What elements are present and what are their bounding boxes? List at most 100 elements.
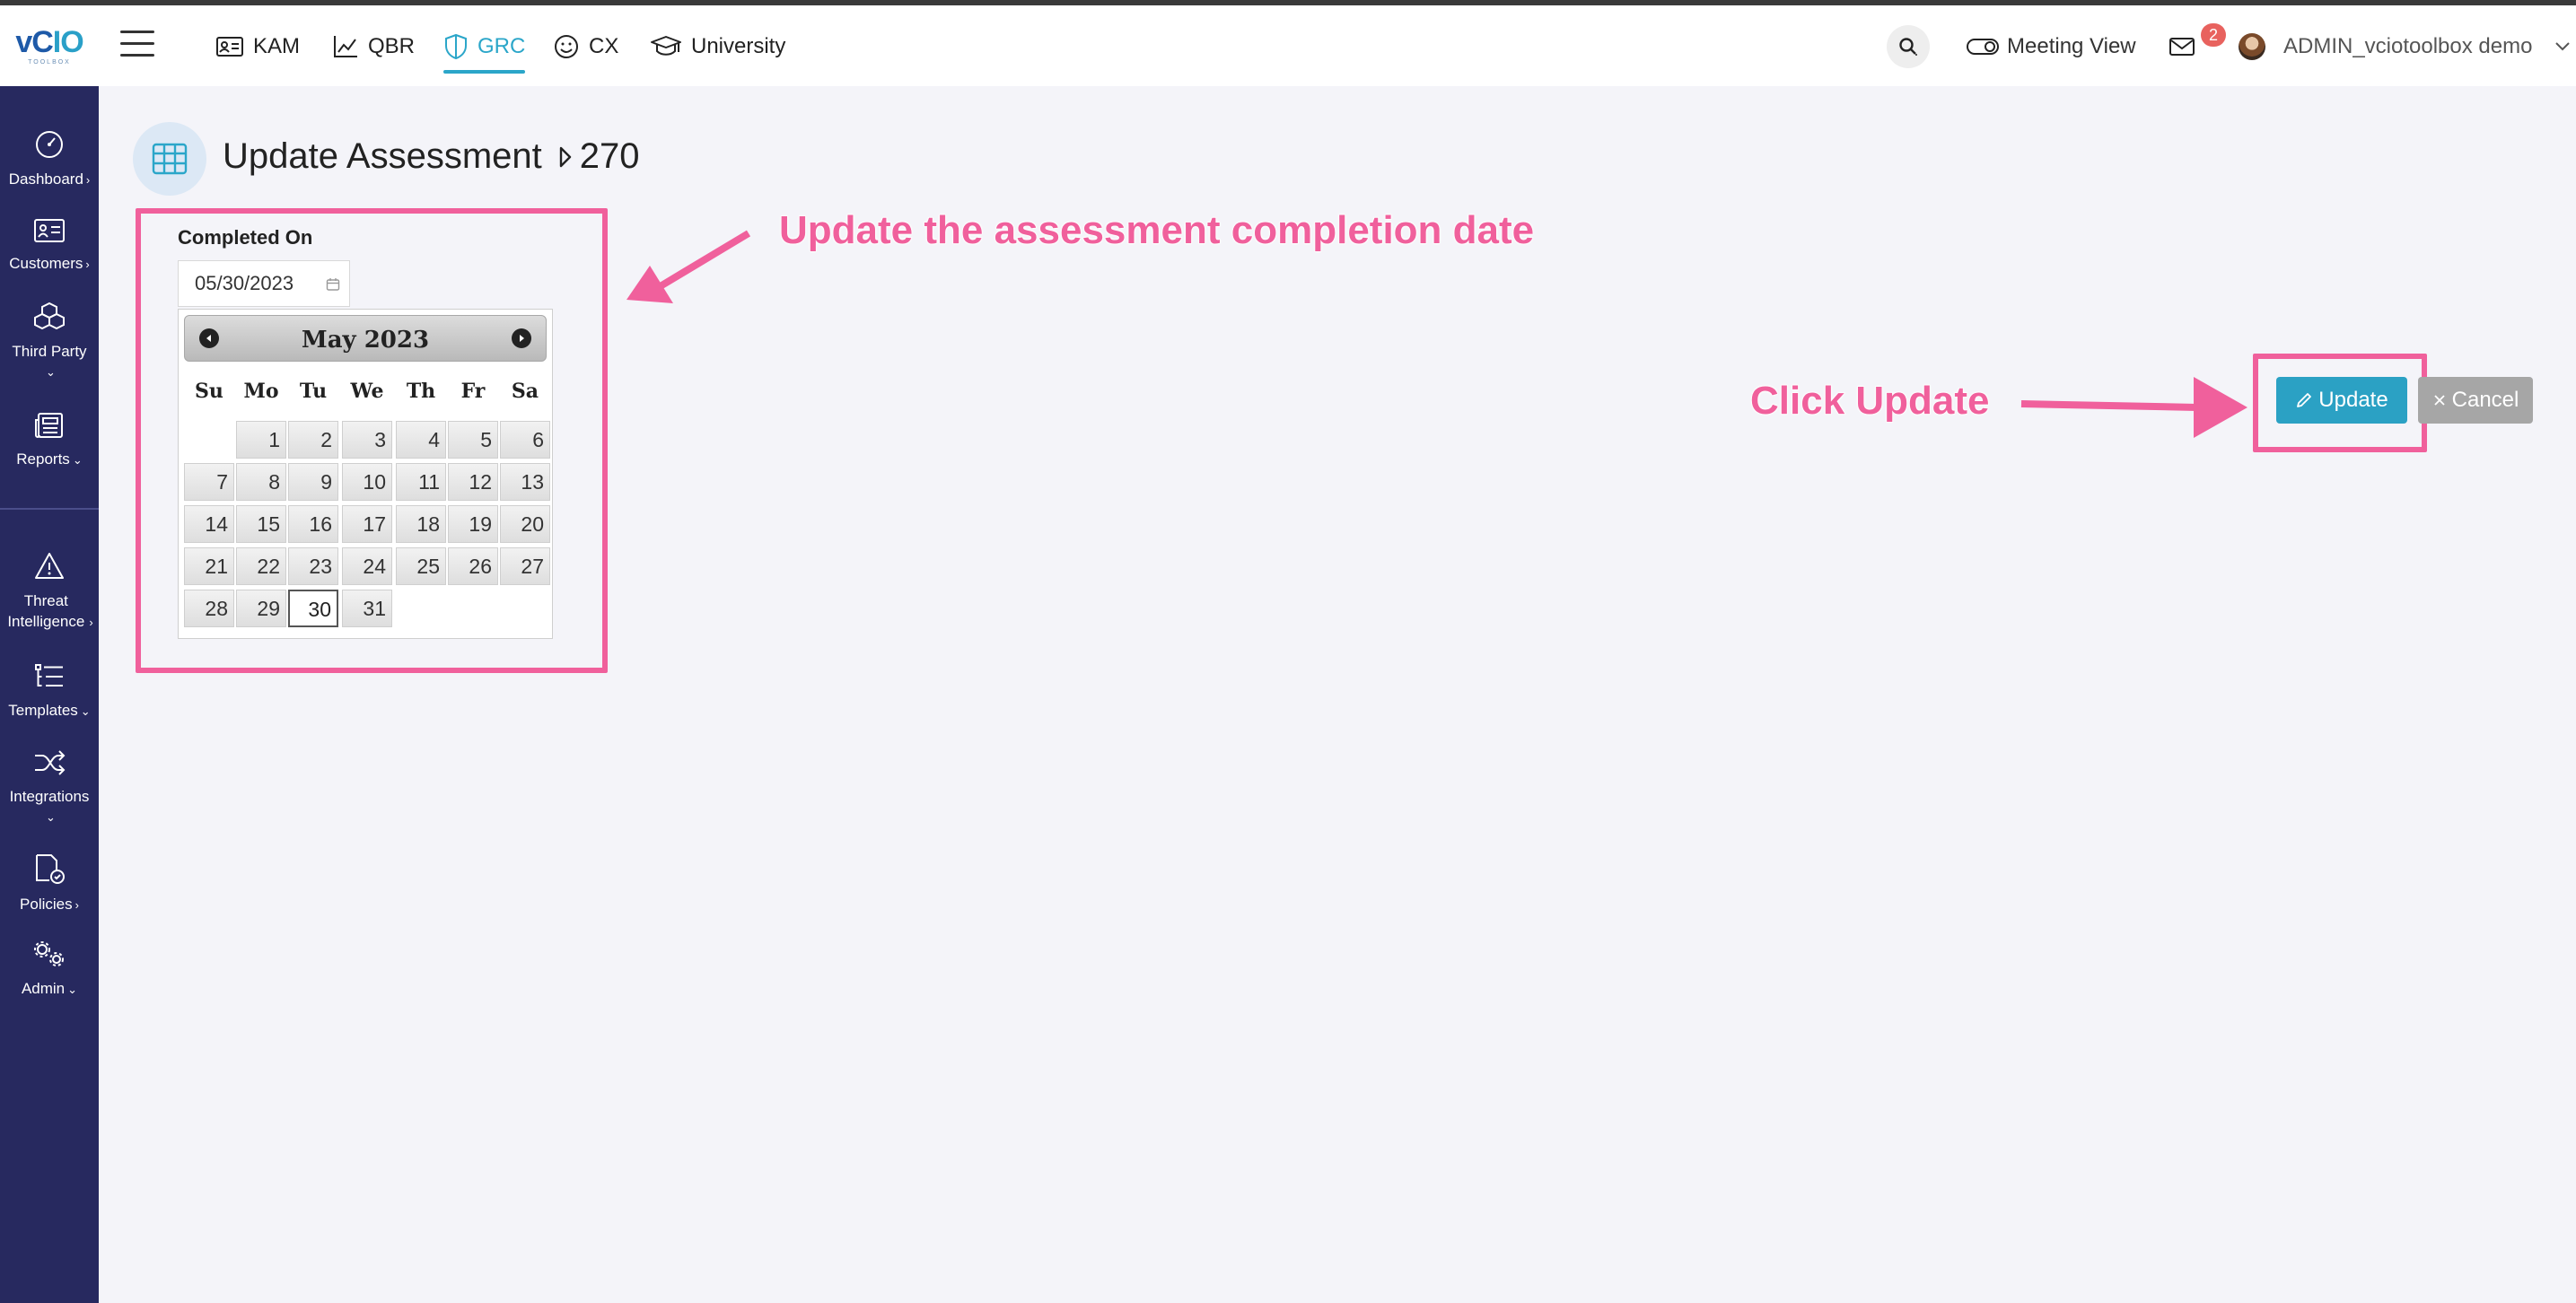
- calendar-day[interactable]: 8: [236, 463, 286, 501]
- pencil-icon: [2297, 393, 2312, 407]
- policy-doc-icon: [36, 854, 65, 884]
- sidebar: vCIO TOOLBOX Dashboard › Customers › Third…: [0, 5, 99, 1303]
- sidebar-item-label: Reports: [16, 450, 70, 468]
- gauge-icon: [36, 131, 63, 158]
- calendar-day[interactable]: 26: [448, 547, 498, 585]
- sidebar-item-threat-intelligence[interactable]: Threat Intelligence ›: [0, 551, 99, 633]
- weekday-header: Tu: [299, 380, 328, 403]
- chevron-icon: ›: [85, 258, 90, 271]
- cancel-button-label: Cancel: [2451, 388, 2519, 412]
- search-button[interactable]: [1887, 25, 1930, 68]
- calendar-day[interactable]: 2: [288, 421, 338, 459]
- newspaper-icon: [35, 413, 63, 438]
- weekday-header: Su: [195, 380, 223, 403]
- tab-university[interactable]: University: [650, 27, 785, 66]
- line-chart-icon: [334, 36, 357, 57]
- calendar-day[interactable]: 24: [342, 547, 392, 585]
- sidebar-item-customers[interactable]: Customers ›: [0, 217, 99, 275]
- calendar-day[interactable]: 29: [236, 590, 286, 627]
- weekday-header: Fr: [460, 380, 486, 403]
- calendar-day[interactable]: 25: [396, 547, 446, 585]
- page-title-text: Update Assessment: [223, 136, 542, 176]
- table-icon: [133, 122, 206, 196]
- calendar-day[interactable]: 23: [288, 547, 338, 585]
- id-card-icon: [216, 37, 243, 57]
- update-button[interactable]: Update: [2276, 377, 2407, 424]
- calendar-day[interactable]: 15: [236, 505, 286, 543]
- hamburger-menu-icon[interactable]: [120, 31, 154, 57]
- date-input-value: 05/30/2023: [195, 272, 294, 294]
- calendar-day[interactable]: 4: [396, 421, 446, 459]
- calendar-day[interactable]: 21: [184, 547, 234, 585]
- sidebar-item-reports[interactable]: Reports ⌄: [0, 411, 99, 470]
- datepicker: May 2023 Su Mo Tu We Th Fr Sa 1234567891…: [178, 309, 553, 639]
- gears-icon: [34, 941, 64, 966]
- tab-cx[interactable]: CX: [553, 27, 618, 66]
- calendar-day[interactable]: 18: [396, 505, 446, 543]
- notifications-button[interactable]: 2: [2169, 23, 2227, 66]
- sidebar-item-templates[interactable]: Templates ⌄: [0, 662, 99, 721]
- calendar-day[interactable]: 27: [500, 547, 550, 585]
- weekday-header: Sa: [511, 380, 539, 403]
- calendar-day[interactable]: 9: [288, 463, 338, 501]
- chevron-down-icon: ⌄: [80, 704, 91, 718]
- calendar-day-selected[interactable]: 30: [288, 590, 338, 627]
- sidebar-item-policies[interactable]: Policies ›: [0, 853, 99, 915]
- record-id: 270: [579, 136, 640, 176]
- caret-right-icon: [559, 146, 571, 167]
- calendar-day[interactable]: 31: [342, 590, 392, 627]
- calendar-day[interactable]: 6: [500, 421, 550, 459]
- app-logo[interactable]: vCIO TOOLBOX: [0, 5, 99, 86]
- tab-label: University: [691, 34, 786, 58]
- tab-label: QBR: [368, 34, 416, 58]
- calendar-day[interactable]: 16: [288, 505, 338, 543]
- chevron-down-icon: ⌄: [46, 365, 56, 379]
- tab-qbr[interactable]: QBR: [332, 27, 415, 66]
- calendar-day[interactable]: 7: [184, 463, 234, 501]
- calendar-day[interactable]: 13: [500, 463, 550, 501]
- calendar-day[interactable]: 28: [184, 590, 234, 627]
- calendar-day[interactable]: 1: [236, 421, 286, 459]
- sidebar-item-integrations[interactable]: Integrations ⌄: [0, 748, 99, 827]
- calendar-day[interactable]: 17: [342, 505, 392, 543]
- tab-label: CX: [589, 34, 619, 58]
- completed-on-date-input[interactable]: 05/30/2023: [178, 260, 350, 307]
- next-month-button[interactable]: [512, 328, 531, 348]
- sidebar-item-label: Threat Intelligence ›: [0, 590, 99, 633]
- page-title: Update Assessment 270: [223, 136, 640, 177]
- calendar-day[interactable]: 19: [448, 505, 498, 543]
- tab-kam[interactable]: KAM: [215, 27, 300, 66]
- cancel-button[interactable]: Cancel: [2418, 377, 2533, 424]
- cubes-icon: [34, 302, 65, 330]
- datepicker-header: May 2023: [184, 315, 547, 362]
- calendar-day[interactable]: 10: [342, 463, 392, 501]
- warning-triangle-icon: [35, 553, 64, 579]
- avatar: [2239, 33, 2265, 60]
- sidebar-item-label: Dashboard: [8, 171, 83, 188]
- calendar-day[interactable]: 3: [342, 421, 392, 459]
- sidebar-item-third-party[interactable]: Third Party ⌄: [0, 302, 99, 382]
- sidebar-item-admin[interactable]: Admin ⌄: [0, 939, 99, 1000]
- sidebar-item-label: Integrations: [9, 788, 90, 805]
- toggle-icon: [1967, 39, 1999, 55]
- sidebar-item-label: Third Party: [12, 343, 87, 360]
- calendar-day[interactable]: 5: [448, 421, 498, 459]
- tab-label: GRC: [478, 34, 526, 58]
- logo-subtext: TOOLBOX: [28, 58, 71, 66]
- meeting-view-toggle[interactable]: Meeting View: [1966, 27, 2136, 66]
- calendar-day[interactable]: 12: [448, 463, 498, 501]
- user-menu[interactable]: ADMIN_vciotoolbox demo: [2239, 27, 2572, 66]
- sidebar-item-dashboard[interactable]: Dashboard ›: [0, 129, 99, 190]
- calendar-day[interactable]: 14: [184, 505, 234, 543]
- calendar-day[interactable]: 20: [500, 505, 550, 543]
- sidebar-item-label: Admin: [21, 980, 66, 997]
- calendar-day[interactable]: 11: [396, 463, 446, 501]
- annotation-arrow-icon: [626, 230, 751, 303]
- datepicker-month-title: May 2023: [301, 327, 430, 354]
- sidebar-item-label: Customers: [9, 255, 83, 272]
- tab-label: KAM: [253, 34, 301, 58]
- calendar-icon: [326, 278, 340, 291]
- chevron-down-icon: ⌄: [67, 983, 78, 996]
- calendar-day[interactable]: 22: [236, 547, 286, 585]
- tab-grc[interactable]: GRC: [443, 27, 526, 74]
